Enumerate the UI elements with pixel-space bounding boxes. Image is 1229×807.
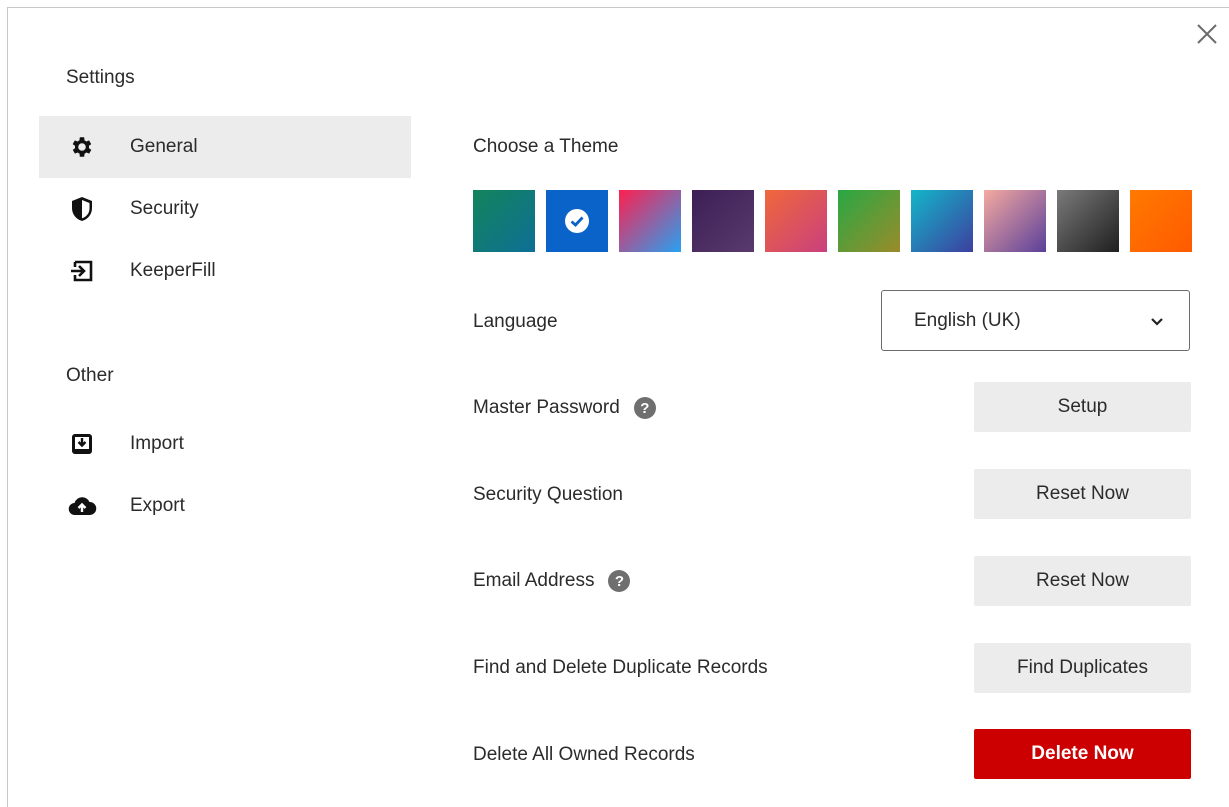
- help-icon[interactable]: ?: [633, 397, 656, 419]
- settings-section-title: Settings: [66, 67, 135, 88]
- cloud-upload-icon: [67, 491, 97, 521]
- shield-icon: [67, 194, 97, 224]
- gear-icon: [67, 132, 97, 162]
- theme-swatch-gray[interactable]: [1057, 190, 1119, 252]
- keeperfill-icon: [67, 256, 97, 286]
- reset-security-question-button[interactable]: Reset Now: [974, 469, 1191, 519]
- delete-all-label: Delete All Owned Records: [473, 744, 695, 765]
- email-address-label: Email Address ?: [473, 570, 631, 592]
- sidebar-item-label: Export: [130, 495, 185, 516]
- theme-swatch-purple[interactable]: [692, 190, 754, 252]
- sidebar-item-label: General: [130, 136, 198, 157]
- theme-swatch-pink-blue[interactable]: [619, 190, 681, 252]
- find-duplicates-button[interactable]: Find Duplicates: [974, 643, 1191, 693]
- other-section-title: Other: [66, 365, 114, 386]
- theme-swatch-green-olive[interactable]: [838, 190, 900, 252]
- sidebar-item-label: KeeperFill: [130, 260, 216, 281]
- theme-swatch-cyan-indigo[interactable]: [911, 190, 973, 252]
- setup-button[interactable]: Setup: [974, 382, 1191, 432]
- email-address-text: Email Address: [473, 570, 595, 591]
- sidebar-item-label: Security: [130, 198, 199, 219]
- sidebar-item-general[interactable]: General: [39, 116, 411, 178]
- security-question-label: Security Question: [473, 484, 623, 505]
- sidebar-item-label: Import: [130, 433, 184, 454]
- sidebar-item-export[interactable]: Export: [39, 475, 411, 537]
- theme-swatch-peach-purple[interactable]: [984, 190, 1046, 252]
- duplicates-label: Find and Delete Duplicate Records: [473, 657, 768, 678]
- theme-title: Choose a Theme: [473, 136, 619, 157]
- delete-now-button[interactable]: Delete Now: [974, 729, 1191, 779]
- chevron-down-icon: [1151, 318, 1163, 326]
- sidebar-item-keeperfill[interactable]: KeeperFill: [39, 240, 411, 302]
- theme-swatch-green-teal[interactable]: [473, 190, 535, 252]
- master-password-text: Master Password: [473, 397, 620, 418]
- close-icon[interactable]: [1195, 22, 1219, 46]
- language-select[interactable]: English (UK): [881, 290, 1190, 351]
- reset-email-button[interactable]: Reset Now: [974, 556, 1191, 606]
- language-label: Language: [473, 311, 558, 332]
- sidebar-item-security[interactable]: Security: [39, 178, 411, 240]
- master-password-label: Master Password ?: [473, 397, 656, 419]
- language-value: English (UK): [914, 309, 1021, 331]
- theme-swatch-coral[interactable]: [765, 190, 827, 252]
- help-icon[interactable]: ?: [608, 570, 631, 592]
- sidebar-item-import[interactable]: Import: [39, 413, 411, 475]
- theme-swatch-blue[interactable]: [546, 190, 608, 252]
- check-icon: [565, 209, 589, 233]
- import-icon: [67, 429, 97, 459]
- theme-swatch-orange[interactable]: [1130, 190, 1192, 252]
